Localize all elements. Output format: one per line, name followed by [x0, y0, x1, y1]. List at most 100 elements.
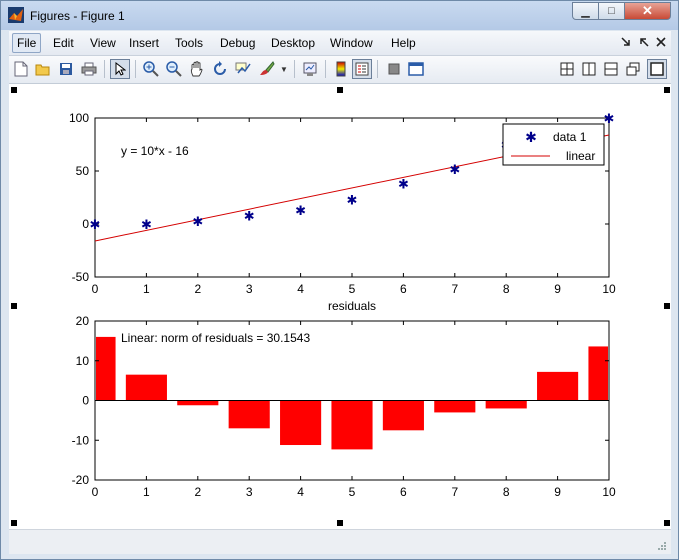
- top-bottom-icon[interactable]: [601, 59, 621, 79]
- zoom-out-icon[interactable]: [164, 59, 184, 79]
- y-tick-label: 50: [76, 164, 90, 178]
- brush-dropdown-icon[interactable]: ▼: [280, 65, 288, 74]
- data-point: ✱: [90, 217, 101, 232]
- menu-debug[interactable]: Debug: [217, 35, 258, 51]
- close-button[interactable]: ✕: [624, 2, 671, 20]
- close-figure-icon[interactable]: [656, 37, 666, 47]
- y-tick-label: 0: [82, 217, 89, 231]
- menu-desktop[interactable]: Desktop: [268, 35, 318, 51]
- close-icon: ✕: [642, 3, 653, 18]
- residual-bar: [331, 400, 373, 450]
- menu-tools[interactable]: Tools: [172, 35, 206, 51]
- print-icon[interactable]: [79, 59, 99, 79]
- handle[interactable]: [664, 87, 670, 93]
- data-point: ✱: [449, 162, 460, 177]
- residual-bar: [434, 400, 476, 413]
- left-right-icon[interactable]: [579, 59, 599, 79]
- minimize-button[interactable]: ▁: [572, 2, 599, 20]
- resize-grip-icon[interactable]: [657, 541, 667, 551]
- rotate-icon[interactable]: [210, 59, 230, 79]
- save-icon[interactable]: [56, 59, 76, 79]
- residual-bar: [382, 400, 424, 431]
- x-tick-label: 4: [297, 485, 304, 499]
- y-tick-label: -20: [72, 473, 90, 487]
- fit-axes[interactable]: 012345678910100500-50 ✱✱✱✱✱✱✱✱✱✱✱ y = 10…: [69, 111, 616, 313]
- y-tick-label: 20: [76, 314, 90, 328]
- data-point: ✱: [192, 214, 203, 229]
- handle[interactable]: [664, 303, 670, 309]
- legend[interactable]: ✱ data 1 linear: [502, 123, 605, 166]
- x-tick-label: 6: [400, 282, 407, 296]
- menu-edit[interactable]: Edit: [50, 35, 77, 51]
- colorbar-icon[interactable]: [331, 59, 351, 79]
- residual-bar: [537, 371, 579, 401]
- x-tick-label: 1: [143, 485, 150, 499]
- menu-bar: File Edit View Insert Tools Debug Deskto…: [9, 31, 671, 56]
- residual-bar: [485, 400, 527, 409]
- open-icon[interactable]: [33, 59, 53, 79]
- x-axis-label: residuals: [328, 299, 376, 313]
- menu-view[interactable]: View: [87, 35, 119, 51]
- pointer-icon[interactable]: [110, 59, 130, 79]
- y-tick-label: 10: [76, 354, 90, 368]
- data-point: ✱: [347, 193, 358, 208]
- data-cursor-icon[interactable]: [233, 59, 253, 79]
- maximize-icon: □: [608, 5, 615, 17]
- x-tick-label: 6: [400, 485, 407, 499]
- x-tick-label: 7: [451, 485, 458, 499]
- maximize-button[interactable]: □: [598, 2, 625, 20]
- status-bar: [9, 529, 671, 554]
- handle[interactable]: [11, 303, 17, 309]
- x-tick-label: 1: [143, 282, 150, 296]
- residual-bar: [96, 336, 116, 401]
- maximize-icon[interactable]: [647, 59, 667, 79]
- menu-insert[interactable]: Insert: [126, 35, 162, 51]
- pan-icon[interactable]: [187, 59, 207, 79]
- y-tick-label: 100: [69, 111, 89, 125]
- handle[interactable]: [337, 520, 343, 526]
- legend-marker: ✱: [525, 129, 537, 145]
- x-tick-label: 9: [554, 485, 561, 499]
- x-tick-label: 4: [297, 282, 304, 296]
- legend-entry-linear: linear: [566, 149, 595, 163]
- x-tick-label: 5: [349, 282, 356, 296]
- x-tick-label: 0: [92, 485, 99, 499]
- dock-icon[interactable]: [639, 37, 649, 47]
- handle[interactable]: [337, 87, 343, 93]
- fit-equation: y = 10*x - 16: [121, 144, 189, 158]
- tile-icon[interactable]: [557, 59, 577, 79]
- show-plot-tools-icon[interactable]: [406, 59, 426, 79]
- residual-bar: [177, 400, 219, 406]
- floating-icon[interactable]: [623, 59, 643, 79]
- legend-entry-data: data 1: [553, 130, 587, 144]
- undock-icon[interactable]: [621, 37, 631, 47]
- residual-bar: [588, 346, 608, 401]
- y-tick-label: 0: [82, 394, 89, 408]
- residual-bar: [228, 400, 270, 429]
- residuals-axes[interactable]: 0 1 2 3 4 5 6 7 8 9 10 20 10 0 -10 -20 Linear: norm of …: [72, 314, 616, 499]
- hide-plot-tools-icon[interactable]: [384, 59, 404, 79]
- x-tick-label: 7: [451, 282, 458, 296]
- x-tick-label: 10: [602, 282, 616, 296]
- figure-canvas: 012345678910100500-50 ✱✱✱✱✱✱✱✱✱✱✱ y = 10…: [9, 84, 671, 529]
- menu-file[interactable]: File: [12, 33, 42, 53]
- x-tick-label: 8: [503, 485, 510, 499]
- minimize-icon: ▁: [581, 5, 590, 18]
- handle[interactable]: [664, 520, 670, 526]
- figure-toolbar: ▼: [9, 56, 671, 84]
- handle[interactable]: [11, 520, 17, 526]
- menu-help[interactable]: Help: [388, 35, 419, 51]
- residual-bar: [280, 400, 322, 446]
- brush-icon[interactable]: [257, 59, 277, 79]
- x-tick-label: 5: [349, 485, 356, 499]
- legend-icon[interactable]: [352, 59, 372, 79]
- x-tick-label: 9: [554, 282, 561, 296]
- x-tick-label: 10: [602, 485, 616, 499]
- matlab-logo-icon: [8, 7, 24, 23]
- menu-window[interactable]: Window: [327, 35, 376, 51]
- x-tick-label: 3: [246, 485, 253, 499]
- handle[interactable]: [11, 87, 17, 93]
- zoom-in-icon[interactable]: [141, 59, 161, 79]
- link-plot-icon[interactable]: [300, 59, 320, 79]
- new-figure-icon[interactable]: [11, 59, 31, 79]
